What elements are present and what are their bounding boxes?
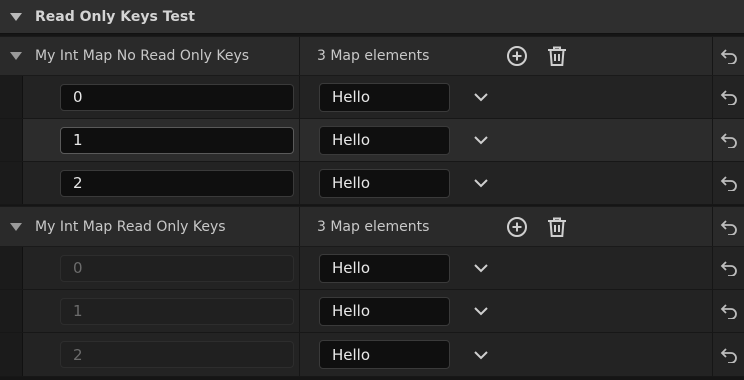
- map-entry-row: 2 Hello: [0, 333, 744, 377]
- plus-circle-icon: [507, 216, 527, 237]
- map-entry-row: 1 Hello: [0, 119, 744, 162]
- entry-value-cell: Hello: [301, 290, 712, 332]
- reset-to-default-button[interactable]: [712, 247, 744, 289]
- plus-circle-icon: [507, 46, 527, 66]
- category-title: Read Only Keys Test: [35, 8, 195, 25]
- chevron-down-icon: [474, 179, 488, 188]
- reset-arrow-icon: [720, 261, 737, 276]
- value-input[interactable]: Hello: [319, 125, 450, 155]
- reset-arrow-icon: [720, 304, 737, 319]
- chevron-down-icon: [474, 350, 488, 359]
- key-input[interactable]: 0: [60, 83, 294, 111]
- reset-arrow-icon: [720, 133, 737, 148]
- map-entry-row: 0 Hello: [0, 247, 744, 290]
- reset-to-default-button[interactable]: [712, 207, 744, 246]
- expand-arrow-icon[interactable]: [10, 222, 22, 231]
- empty-map-button[interactable]: [545, 44, 569, 68]
- add-element-button[interactable]: [505, 44, 529, 68]
- property-name-cell: My Int Map No Read Only Keys: [0, 37, 300, 75]
- empty-map-button[interactable]: [545, 215, 569, 239]
- category-header[interactable]: Read Only Keys Test: [0, 0, 744, 34]
- reset-arrow-icon: [720, 90, 737, 105]
- entry-options-button[interactable]: [471, 87, 491, 107]
- entry-key-cell: 1: [0, 290, 300, 332]
- entry-options-button[interactable]: [471, 130, 491, 150]
- add-element-button[interactable]: [505, 215, 529, 239]
- property-label: My Int Map No Read Only Keys: [35, 48, 250, 64]
- entry-options-button[interactable]: [471, 173, 491, 193]
- reset-to-default-button[interactable]: [712, 119, 744, 161]
- reset-to-default-button[interactable]: [712, 76, 744, 118]
- property-label: My Int Map Read Only Keys: [35, 218, 226, 235]
- readonly-key-field: 1: [60, 297, 294, 325]
- entry-options-button[interactable]: [471, 258, 491, 278]
- key-input[interactable]: 2: [60, 169, 294, 197]
- value-input[interactable]: Hello: [319, 253, 450, 283]
- readonly-key-field: 2: [60, 341, 294, 368]
- trash-icon: [548, 217, 566, 237]
- details-panel: Read Only Keys Test My Int Map No Read O…: [0, 0, 744, 380]
- reset-to-default-button[interactable]: [712, 37, 744, 75]
- expand-arrow-icon[interactable]: [10, 52, 22, 60]
- map-element-count: 3 Map elements: [317, 218, 430, 235]
- property-value-cell: 3 Map elements: [301, 37, 712, 75]
- value-input[interactable]: Hello: [319, 296, 450, 326]
- map-property-row: My Int Map Read Only Keys 3 Map elements: [0, 206, 744, 247]
- trash-icon: [548, 46, 566, 66]
- entry-key-cell: 0: [0, 76, 300, 118]
- chevron-down-icon: [474, 307, 488, 316]
- chevron-down-icon: [474, 264, 488, 273]
- readonly-key-field: 0: [60, 254, 294, 282]
- entry-value-cell: Hello: [301, 119, 712, 161]
- reset-to-default-button[interactable]: [712, 162, 744, 204]
- value-input[interactable]: Hello: [319, 82, 450, 112]
- key-input[interactable]: 1: [60, 126, 294, 154]
- reset-arrow-icon: [720, 49, 737, 64]
- entry-key-cell: 0: [0, 247, 300, 289]
- chevron-down-icon: [474, 93, 488, 102]
- map-element-count: 3 Map elements: [317, 48, 430, 64]
- entry-options-button[interactable]: [471, 301, 491, 321]
- value-input[interactable]: Hello: [319, 340, 450, 369]
- reset-arrow-icon: [720, 219, 737, 235]
- reset-arrow-icon: [720, 176, 737, 191]
- map-entry-row: 2 Hello: [0, 162, 744, 205]
- entry-value-cell: Hello: [301, 162, 712, 204]
- map-entry-row: 0 Hello: [0, 76, 744, 119]
- reset-to-default-button[interactable]: [712, 333, 744, 376]
- reset-arrow-icon: [720, 347, 737, 363]
- entry-options-button[interactable]: [471, 345, 491, 365]
- collapse-arrow-icon[interactable]: [10, 12, 22, 21]
- reset-to-default-button[interactable]: [712, 290, 744, 332]
- value-input[interactable]: Hello: [319, 168, 450, 198]
- entry-key-cell: 2: [0, 162, 300, 204]
- map-property-row: My Int Map No Read Only Keys 3 Map eleme…: [0, 36, 744, 76]
- entry-value-cell: Hello: [301, 76, 712, 118]
- entry-value-cell: Hello: [301, 247, 712, 289]
- chevron-down-icon: [474, 136, 488, 145]
- property-value-cell: 3 Map elements: [301, 207, 712, 246]
- entry-key-cell: 2: [0, 333, 300, 376]
- property-name-cell: My Int Map Read Only Keys: [0, 207, 300, 246]
- entry-key-cell: 1: [0, 119, 300, 161]
- entry-value-cell: Hello: [301, 333, 712, 376]
- map-entry-row: 1 Hello: [0, 290, 744, 333]
